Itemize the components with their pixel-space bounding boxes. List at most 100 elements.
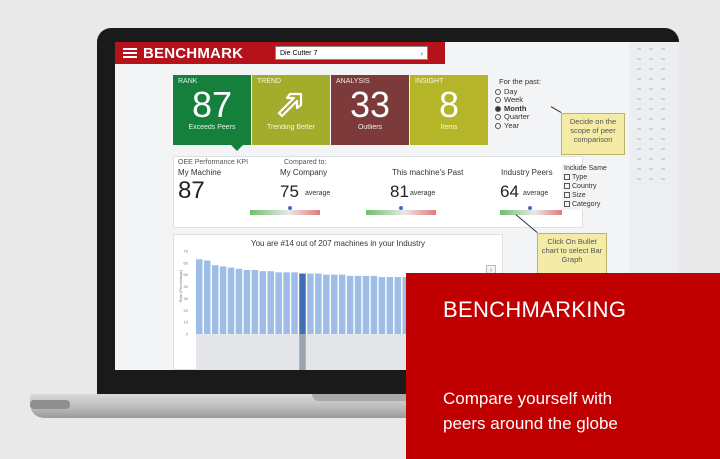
bar[interactable] xyxy=(211,265,219,334)
panel-dot xyxy=(661,98,665,100)
checkbox-icon[interactable] xyxy=(564,201,570,207)
checkbox-icon[interactable] xyxy=(564,192,570,198)
scope-callout: Decide on the scope of peer comparison xyxy=(561,113,625,155)
past-bullet-chart[interactable] xyxy=(366,206,436,215)
panel-dot xyxy=(637,108,641,110)
banner-line-2: peers around the globe xyxy=(443,414,618,433)
bar[interactable] xyxy=(370,275,378,334)
bar[interactable] xyxy=(291,272,298,334)
period-option-year[interactable]: Year xyxy=(495,121,541,131)
include-country[interactable]: Country xyxy=(564,182,607,191)
radio-icon[interactable] xyxy=(495,114,501,121)
bar[interactable] xyxy=(227,267,235,334)
bar[interactable] xyxy=(259,271,267,334)
rank-caret xyxy=(231,145,243,151)
bar[interactable] xyxy=(331,274,338,334)
bar[interactable] xyxy=(196,259,203,334)
panel-dot xyxy=(649,138,653,140)
rank-tile[interactable]: RANK 87 Exceeds Peers xyxy=(173,75,251,145)
bar[interactable] xyxy=(243,269,251,334)
panel-dot xyxy=(661,88,665,90)
laptop-foot xyxy=(30,400,70,409)
panel-dot xyxy=(637,178,641,180)
my-company-label: My Company xyxy=(280,168,328,177)
company-bullet-chart[interactable] xyxy=(250,206,320,215)
radio-icon[interactable] xyxy=(495,88,501,95)
trend-sub: Trending Better xyxy=(267,124,315,131)
include-category[interactable]: Category xyxy=(564,200,607,209)
app-title: BENCHMARK xyxy=(143,44,244,62)
insight-value: 8 xyxy=(438,84,460,125)
checkbox-icon[interactable] xyxy=(564,174,570,180)
include-title: Include Same xyxy=(564,165,607,172)
panel-dot xyxy=(649,78,653,80)
panel-dot xyxy=(661,128,665,130)
panel-dot xyxy=(637,118,641,120)
analysis-tile[interactable]: ANALYSIS 33 Outliers xyxy=(331,75,409,145)
past-value: 81 xyxy=(390,182,409,201)
y-tick-label: 10 xyxy=(184,320,189,325)
bullet-marker xyxy=(528,206,532,210)
bar[interactable] xyxy=(394,277,402,334)
radio-icon[interactable] xyxy=(495,105,501,112)
bar[interactable] xyxy=(203,260,211,334)
bar[interactable] xyxy=(346,275,354,334)
header-band-light xyxy=(445,42,629,64)
panel-dot xyxy=(637,48,641,50)
my-machine-label: My Machine xyxy=(178,168,222,177)
panel-dot xyxy=(661,138,665,140)
analysis-value: 33 xyxy=(349,84,391,125)
panel-dot xyxy=(649,108,653,110)
kpi-panel: OEE Performance KPI Compared to: My Mach… xyxy=(173,156,583,228)
panel-dot xyxy=(661,58,665,60)
panel-dot xyxy=(637,78,641,80)
panel-dot xyxy=(637,88,641,90)
bar[interactable] xyxy=(283,272,290,334)
panel-dot xyxy=(649,98,653,100)
bar[interactable] xyxy=(251,269,259,334)
menu-icon[interactable] xyxy=(123,48,137,58)
panel-dot xyxy=(661,168,665,170)
machine-select-value: Die Cutter 7 xyxy=(280,49,318,57)
bullet-marker xyxy=(399,206,403,210)
panel-dot xyxy=(649,148,653,150)
panel-dot xyxy=(649,48,653,50)
bar[interactable] xyxy=(235,268,243,334)
bar[interactable] xyxy=(315,273,322,334)
checkbox-icon[interactable] xyxy=(564,183,570,189)
bar[interactable] xyxy=(338,274,346,334)
trend-tile[interactable]: TREND Trending Better xyxy=(252,75,330,145)
y-axis-label: Rate (Percentage) xyxy=(178,269,183,302)
y-tick-label: 50 xyxy=(184,272,189,277)
include-size[interactable]: Size xyxy=(564,191,607,200)
bar[interactable] xyxy=(275,272,282,334)
insight-tile[interactable]: INSIGHT 8 Items xyxy=(410,75,488,145)
bar[interactable] xyxy=(323,274,330,334)
radio-icon[interactable] xyxy=(495,122,501,129)
bar[interactable] xyxy=(386,277,394,334)
bar-my-machine[interactable] xyxy=(299,273,306,334)
panel-dot xyxy=(649,168,653,170)
rank-label: RANK xyxy=(178,78,198,85)
panel-dot xyxy=(661,118,665,120)
bar[interactable] xyxy=(307,273,314,334)
panel-dot xyxy=(649,128,653,130)
bar[interactable] xyxy=(354,275,362,334)
panel-dot xyxy=(649,58,653,60)
my-company-avg: average xyxy=(305,190,331,197)
panel-dot xyxy=(637,128,641,130)
panel-dot xyxy=(661,78,665,80)
panel-dot xyxy=(637,58,641,60)
include-type[interactable]: Type xyxy=(564,173,607,182)
industry-bullet-chart[interactable] xyxy=(500,206,562,215)
panel-dot xyxy=(637,138,641,140)
bar[interactable] xyxy=(219,266,227,334)
y-tick-label: 60 xyxy=(184,260,189,265)
bar[interactable] xyxy=(378,277,386,334)
kpi-title: OEE Performance KPI xyxy=(178,159,249,166)
radio-icon[interactable] xyxy=(495,97,501,104)
panel-dot xyxy=(661,108,665,110)
bar[interactable] xyxy=(362,275,370,334)
bar[interactable] xyxy=(267,271,274,334)
machine-select[interactable]: Die Cutter 7 › xyxy=(275,46,428,60)
